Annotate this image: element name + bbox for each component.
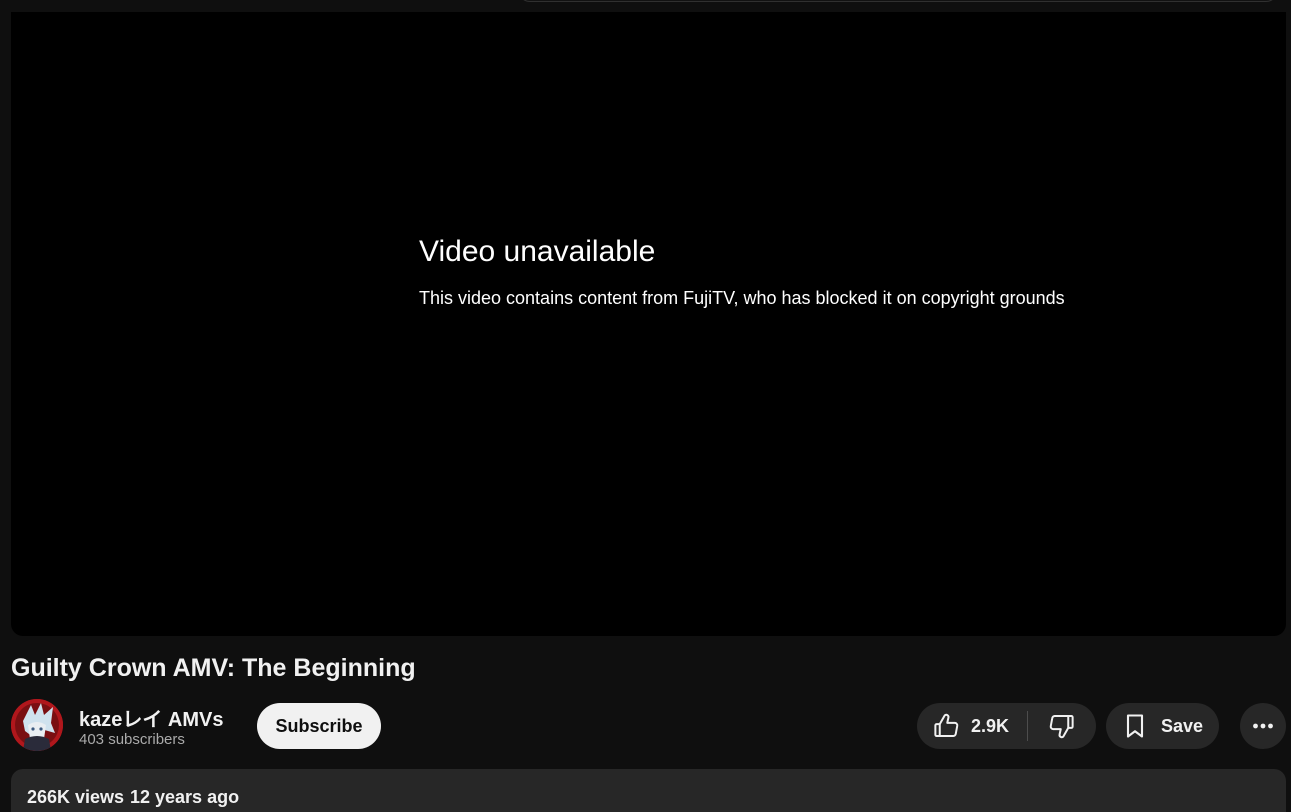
save-label: Save bbox=[1161, 715, 1204, 736]
thumbs-down-icon bbox=[1047, 711, 1077, 741]
like-count: 2.9K bbox=[971, 715, 1010, 736]
more-horizontal-icon bbox=[1251, 714, 1275, 738]
description-box[interactable]: 266K views 12 years ago bbox=[11, 769, 1286, 812]
channel-avatar[interactable] bbox=[11, 699, 63, 751]
video-title: Guilty Crown AMV: The Beginning bbox=[11, 654, 416, 682]
search-box-edge[interactable] bbox=[518, 0, 1278, 2]
subscribe-button[interactable]: Subscribe bbox=[257, 703, 381, 749]
save-button[interactable]: Save bbox=[1106, 703, 1219, 749]
bookmark-icon bbox=[1121, 711, 1149, 741]
more-actions-button[interactable] bbox=[1240, 703, 1286, 749]
like-button[interactable]: 2.9K bbox=[917, 703, 1027, 749]
video-player[interactable]: Video unavailable This video contains co… bbox=[11, 12, 1286, 636]
subscriber-count: 403 subscribers bbox=[79, 731, 185, 748]
avatar-image bbox=[11, 699, 63, 751]
player-error-message: This video contains content from FujiTV,… bbox=[419, 288, 1065, 308]
watch-page: Video unavailable This video contains co… bbox=[0, 0, 1291, 812]
masthead-edge bbox=[0, 0, 1291, 12]
channel-name[interactable]: kazeレイ AMVs bbox=[79, 703, 224, 732]
thumbs-up-icon bbox=[931, 711, 961, 741]
like-dislike-group: 2.9K bbox=[917, 703, 1096, 749]
view-count: 266K views bbox=[27, 787, 125, 807]
upload-age: 12 years ago bbox=[130, 787, 240, 807]
dislike-button[interactable] bbox=[1028, 703, 1096, 749]
player-error-title: Video unavailable bbox=[419, 235, 656, 268]
